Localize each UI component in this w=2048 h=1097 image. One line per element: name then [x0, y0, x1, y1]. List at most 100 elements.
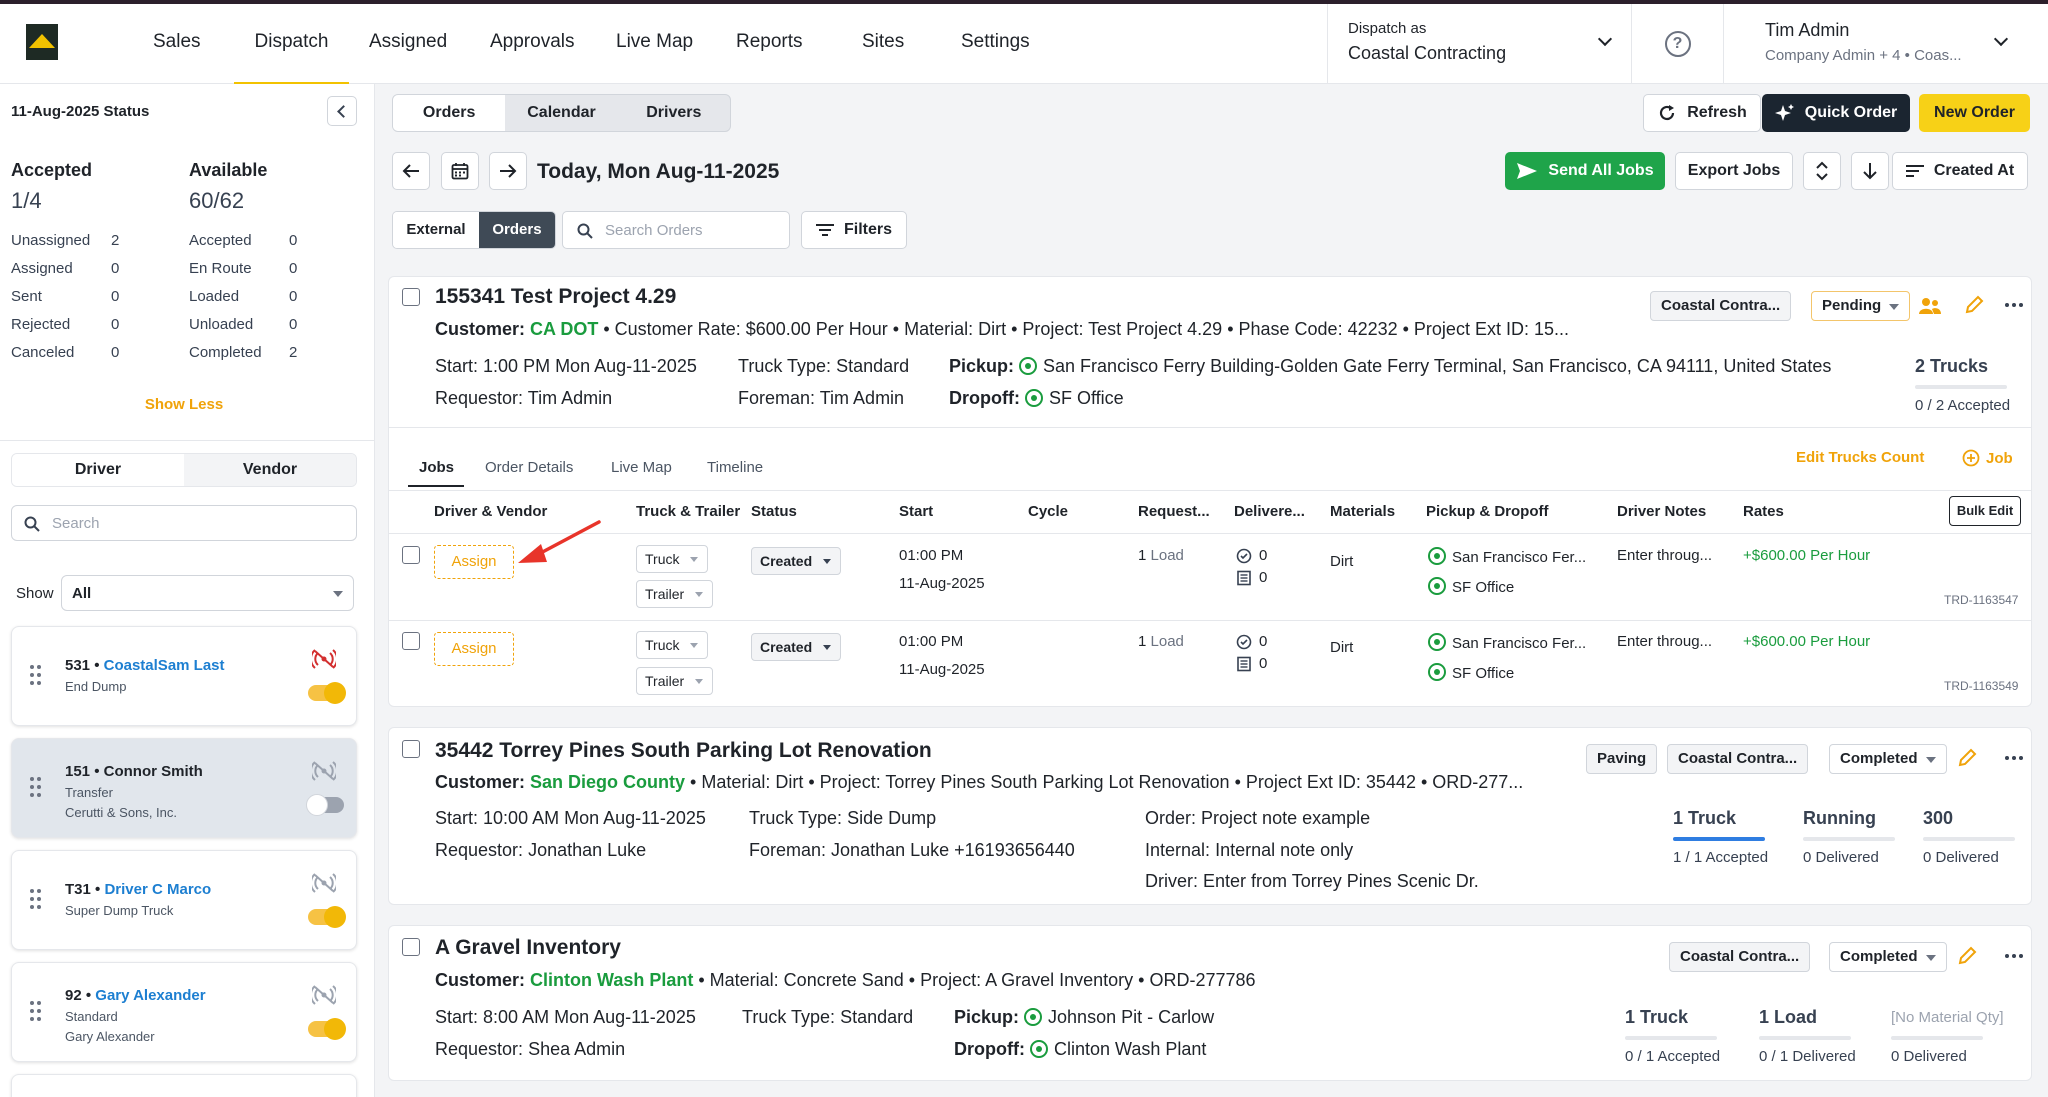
- nav-sites[interactable]: Sites: [862, 4, 904, 84]
- truck-select[interactable]: Truck: [636, 631, 709, 659]
- next-day-button[interactable]: [489, 152, 527, 190]
- tab-live-map[interactable]: Live Map: [611, 459, 672, 476]
- bulk-edit-button[interactable]: Bulk Edit: [1949, 496, 2021, 526]
- tab-drivers[interactable]: Drivers: [618, 95, 730, 131]
- driver-card[interactable]: [11, 1074, 357, 1097]
- help-button[interactable]: ?: [1632, 4, 1724, 84]
- driver-name-link[interactable]: Gary Alexander: [95, 987, 205, 1004]
- customer-link[interactable]: Clinton Wash Plant: [530, 970, 693, 990]
- filters-button[interactable]: Filters: [801, 211, 907, 249]
- add-job-button[interactable]: Job: [1962, 449, 2013, 467]
- order-title[interactable]: 155341 Test Project 4.29: [435, 285, 676, 309]
- arrow-down-icon: [1863, 163, 1877, 180]
- edit-pencil-icon[interactable]: [1964, 295, 1984, 315]
- drag-handle-icon[interactable]: [30, 889, 42, 911]
- tab-driver[interactable]: Driver: [12, 454, 184, 486]
- nav-live-map[interactable]: Live Map: [616, 4, 693, 84]
- user-menu[interactable]: Tim Admin Company Admin + 4 • Coas...: [1765, 20, 1962, 64]
- job-checkbox[interactable]: [402, 632, 420, 650]
- tab-orders[interactable]: Orders: [393, 95, 506, 131]
- job-pickup-value: San Francisco Fer...: [1452, 549, 1587, 566]
- driver-card[interactable]: 92 • Gary Alexander Standard Gary Alexan…: [11, 962, 357, 1062]
- customer-link[interactable]: San Diego County: [530, 772, 685, 792]
- availability-toggle[interactable]: [308, 906, 346, 928]
- nav-dispatch[interactable]: Dispatch: [234, 4, 349, 84]
- job-driver-notes[interactable]: Enter throug...: [1617, 547, 1712, 564]
- order-checkbox[interactable]: [402, 288, 420, 306]
- expand-collapse-button[interactable]: [1803, 152, 1841, 190]
- edit-pencil-icon[interactable]: [1957, 946, 1977, 966]
- job-driver-notes[interactable]: Enter throug...: [1617, 633, 1712, 650]
- nav-reports[interactable]: Reports: [736, 4, 803, 84]
- driver-card[interactable]: 151 • Connor Smith Transfer Cerutti & So…: [11, 738, 357, 838]
- order-checkbox[interactable]: [402, 740, 420, 758]
- availability-toggle[interactable]: [308, 1018, 346, 1040]
- sort-by-button[interactable]: Created At: [1892, 152, 2028, 190]
- more-options-icon[interactable]: [2005, 756, 2023, 760]
- nav-approvals[interactable]: Approvals: [490, 4, 575, 84]
- send-all-jobs-button[interactable]: Send All Jobs: [1505, 152, 1665, 190]
- order-status-select[interactable]: Pending: [1811, 291, 1911, 321]
- drag-handle-icon[interactable]: [30, 1001, 42, 1023]
- export-jobs-button[interactable]: Export Jobs: [1675, 152, 1793, 190]
- job-rate: +$600.00 Per Hour: [1743, 547, 1871, 564]
- tab-calendar[interactable]: Calendar: [505, 95, 617, 131]
- show-less-link[interactable]: Show Less: [0, 396, 368, 413]
- collapse-panel-button[interactable]: [327, 96, 357, 126]
- tab-vendor[interactable]: Vendor: [184, 454, 356, 486]
- quick-order-button[interactable]: Quick Order: [1762, 94, 1910, 132]
- chevron-down-icon[interactable]: [1993, 31, 2009, 47]
- tab-external[interactable]: External: [393, 212, 479, 248]
- driver-card[interactable]: 531 • CoastalSam Last End Dump: [11, 626, 357, 726]
- order-status-select[interactable]: Completed: [1829, 744, 1947, 774]
- prev-day-button[interactable]: [392, 152, 430, 190]
- order-checkbox[interactable]: [402, 938, 420, 956]
- sort-direction-button[interactable]: [1851, 152, 1889, 190]
- driver-name-link[interactable]: Driver C Marco: [104, 881, 211, 898]
- edit-trucks-count-link[interactable]: Edit Trucks Count: [1796, 449, 1924, 466]
- order-title[interactable]: A Gravel Inventory: [435, 936, 621, 960]
- more-options-icon[interactable]: [2005, 954, 2023, 958]
- customer-link[interactable]: CA DOT: [530, 319, 598, 339]
- truck-select[interactable]: Truck: [636, 545, 709, 573]
- availability-toggle[interactable]: [306, 794, 344, 816]
- more-options-icon[interactable]: [2005, 303, 2023, 307]
- nav-sales[interactable]: Sales: [153, 4, 201, 84]
- driver-card[interactable]: T31 • Driver C Marco Super Dump Truck: [11, 850, 357, 950]
- new-order-button[interactable]: New Order: [1919, 94, 2030, 132]
- start-label: Start:: [435, 1007, 479, 1027]
- plus-circle-icon: [1962, 449, 1980, 467]
- edit-pencil-icon[interactable]: [1957, 748, 1977, 768]
- job-status-select[interactable]: Created: [751, 547, 842, 575]
- job-status-select[interactable]: Created: [751, 633, 842, 661]
- refresh-button[interactable]: Refresh: [1643, 94, 1761, 132]
- tab-orders-filter[interactable]: Orders: [479, 212, 555, 248]
- order-title[interactable]: 35442 Torrey Pines South Parking Lot Ren…: [435, 739, 932, 763]
- requested-unit: Load: [1150, 633, 1184, 650]
- assign-driver-button[interactable]: Assign: [434, 545, 514, 579]
- order-status-select[interactable]: Completed: [1829, 942, 1947, 972]
- search-orders-input[interactable]: Search Orders: [562, 211, 790, 249]
- nav-settings[interactable]: Settings: [961, 4, 1030, 84]
- trailer-select[interactable]: Trailer: [636, 580, 714, 608]
- assign-driver-button[interactable]: Assign: [434, 632, 514, 666]
- nav-assigned[interactable]: Assigned: [369, 4, 447, 84]
- job-checkbox[interactable]: [402, 546, 420, 564]
- company-logo[interactable]: [26, 24, 58, 60]
- dispatch-as-selector[interactable]: Dispatch as Coastal Contracting: [1327, 4, 1632, 84]
- drag-handle-icon[interactable]: [30, 777, 42, 799]
- calendar-button[interactable]: [441, 152, 479, 190]
- tab-order-details[interactable]: Order Details: [485, 459, 573, 476]
- drag-handle-icon[interactable]: [30, 665, 42, 687]
- trucks-accepted: 0 / 2 Accepted: [1915, 397, 2011, 414]
- show-filter-select[interactable]: All: [61, 575, 354, 611]
- tab-jobs[interactable]: Jobs: [419, 459, 454, 476]
- assign-drivers-icon[interactable]: [1919, 297, 1941, 315]
- driver-name-link[interactable]: CoastalSam Last: [104, 657, 225, 674]
- availability-toggle[interactable]: [308, 682, 346, 704]
- tab-timeline[interactable]: Timeline: [707, 459, 763, 476]
- driver-search-input[interactable]: Search: [11, 505, 357, 541]
- accepted-label: Accepted: [11, 160, 93, 180]
- tickets-count: 0: [1259, 569, 1268, 586]
- trailer-select[interactable]: Trailer: [636, 667, 714, 695]
